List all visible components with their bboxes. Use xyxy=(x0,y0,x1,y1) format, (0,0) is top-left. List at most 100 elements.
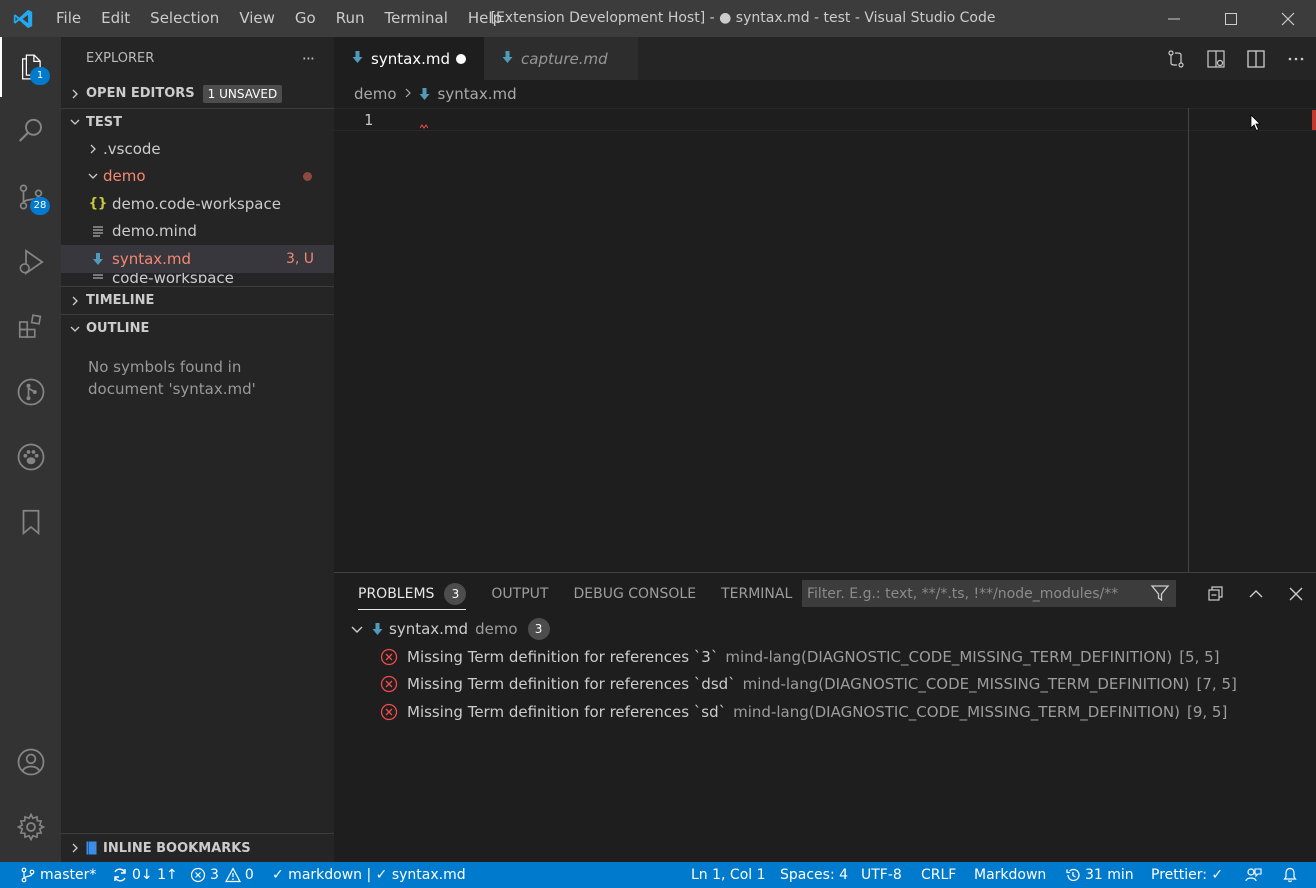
problem-item[interactable]: Missing Term definition for references `… xyxy=(380,672,1237,696)
tree-item-syntax-md[interactable]: syntax.md 3, U xyxy=(61,245,334,273)
text-file-icon xyxy=(88,273,108,283)
outline-message-line: document 'syntax.md' xyxy=(88,380,256,398)
menu-run[interactable]: Run xyxy=(326,0,375,37)
menu-help[interactable]: Help xyxy=(458,0,512,37)
activity-run-debug[interactable] xyxy=(0,232,61,292)
timeline-section[interactable]: TIMELINE xyxy=(61,286,334,314)
editor-area[interactable]: 1 xyxy=(334,108,1316,572)
split-editor-button[interactable] xyxy=(1236,37,1276,80)
activity-extensions[interactable] xyxy=(0,297,61,357)
menu-go[interactable]: Go xyxy=(285,0,326,37)
activity-paw[interactable] xyxy=(0,427,61,487)
indentation-status[interactable]: Spaces: 4 xyxy=(780,862,848,888)
open-editors-section[interactable]: OPEN EDITORS 1 UNSAVED xyxy=(61,79,334,108)
outline-message-line: No symbols found in xyxy=(88,358,242,376)
menu-edit[interactable]: Edit xyxy=(91,0,140,37)
lint-status[interactable]: ✓ markdown | ✓ syntax.md xyxy=(272,862,466,888)
breadcrumb-file[interactable]: syntax.md xyxy=(438,85,517,103)
notifications-button[interactable] xyxy=(1282,862,1302,888)
collapse-all-button[interactable] xyxy=(1196,573,1236,615)
tree-item-vscode[interactable]: .vscode xyxy=(61,135,334,163)
tree-item-demo-code-workspace[interactable]: {} demo.code-workspace xyxy=(61,190,334,218)
unsaved-dot-icon[interactable] xyxy=(456,53,466,64)
compare-changes-button[interactable] xyxy=(1156,37,1196,80)
activity-bookmarks[interactable] xyxy=(0,492,61,552)
activity-git-graph[interactable] xyxy=(0,362,61,422)
problems-status[interactable]: 3 0 xyxy=(190,862,254,888)
time-tracker[interactable]: 31 min xyxy=(1065,862,1134,888)
problem-item[interactable]: Missing Term definition for references `… xyxy=(380,645,1220,669)
error-count: 3 xyxy=(210,867,219,883)
overview-ruler-error-mark xyxy=(1312,110,1316,130)
tree-item-demo-mind[interactable]: demo.mind xyxy=(61,218,334,246)
branch-status[interactable]: master* xyxy=(20,862,96,888)
tab-problems[interactable]: PROBLEMS 3 xyxy=(358,573,467,615)
warning-count: 0 xyxy=(244,867,254,883)
activity-manage[interactable] xyxy=(0,797,61,857)
sync-status[interactable]: 0↓ 1↑ xyxy=(112,862,178,888)
explorer-badge: 1 xyxy=(30,67,50,85)
tab-label: OUTPUT xyxy=(491,586,549,602)
inline-bookmarks-section[interactable]: INLINE BOOKMARKS xyxy=(61,833,334,862)
chevron-right-icon xyxy=(403,85,413,103)
tab-output[interactable]: OUTPUT xyxy=(491,573,548,615)
maximize-button[interactable] xyxy=(1202,0,1259,37)
breadcrumb-folder[interactable]: demo xyxy=(354,85,397,103)
minimize-button[interactable] xyxy=(1145,0,1202,37)
error-squiggle-icon xyxy=(420,124,428,129)
chevron-right-icon xyxy=(69,88,86,100)
title-bar: File Edit Selection View Go Run Terminal… xyxy=(0,0,1316,37)
tab-capture-md[interactable]: capture.md xyxy=(484,37,638,80)
filter-icon[interactable] xyxy=(1150,583,1170,607)
window-controls xyxy=(1145,0,1316,37)
more-actions-button[interactable]: ··· xyxy=(302,49,315,68)
activity-source-control[interactable]: 28 xyxy=(0,167,61,227)
language-mode[interactable]: Markdown xyxy=(974,862,1046,888)
tree-item-demo[interactable]: demo xyxy=(61,163,334,191)
current-line xyxy=(334,108,1316,131)
eol-status[interactable]: CRLF xyxy=(921,862,956,888)
editor-more-button[interactable] xyxy=(1276,37,1316,80)
problem-location: [5, 5] xyxy=(1179,648,1220,666)
markdown-icon xyxy=(502,50,513,68)
tab-label: DEBUG CONSOLE xyxy=(573,586,697,602)
file-tree: .vscode demo {} demo.code-workspace demo… xyxy=(61,135,334,285)
activity-search[interactable] xyxy=(0,101,61,161)
cursor-position[interactable]: Ln 1, Col 1 xyxy=(691,862,766,888)
bookmark-icon xyxy=(22,509,39,536)
open-preview-button[interactable] xyxy=(1196,37,1236,80)
activity-accounts[interactable] xyxy=(0,732,61,792)
sync-icon xyxy=(114,868,126,882)
history-icon xyxy=(1066,868,1080,882)
problem-item[interactable]: Missing Term definition for references `… xyxy=(380,700,1227,724)
close-window-button[interactable] xyxy=(1259,0,1316,37)
breadcrumb: demo syntax.md xyxy=(334,80,1316,108)
problem-source: mind-lang(DIAGNOSTIC_CODE_MISSING_TERM_D… xyxy=(733,703,1180,721)
tab-debug-console[interactable]: DEBUG CONSOLE xyxy=(573,573,696,615)
menu-file[interactable]: File xyxy=(46,0,91,37)
error-icon xyxy=(380,675,398,693)
workspace-section[interactable]: TEST xyxy=(61,108,334,135)
problems-file-row[interactable]: syntax.md demo 3 xyxy=(350,617,550,641)
menu-view[interactable]: View xyxy=(229,0,285,37)
split-editor-icon xyxy=(1247,49,1265,68)
menu-terminal[interactable]: Terminal xyxy=(375,0,458,37)
maximize-panel-button[interactable] xyxy=(1236,573,1276,615)
vscode-logo-icon xyxy=(0,0,46,37)
feedback-button[interactable] xyxy=(1244,862,1266,888)
activity-explorer[interactable]: 1 xyxy=(0,37,61,97)
close-panel-button[interactable] xyxy=(1276,573,1316,615)
account-icon xyxy=(17,748,44,776)
collapse-all-icon xyxy=(1208,586,1223,601)
tab-terminal[interactable]: TERMINAL xyxy=(721,573,792,615)
tab-syntax-md[interactable]: syntax.md xyxy=(334,37,484,80)
problem-source: mind-lang(DIAGNOSTIC_CODE_MISSING_TERM_D… xyxy=(725,648,1173,666)
menu-selection[interactable]: Selection xyxy=(140,0,229,37)
tab-label: PROBLEMS xyxy=(358,586,435,602)
outline-section[interactable]: OUTLINE xyxy=(61,314,334,342)
encoding-status[interactable]: UTF-8 xyxy=(861,862,902,888)
problem-source: mind-lang(DIAGNOSTIC_CODE_MISSING_TERM_D… xyxy=(742,675,1190,693)
problems-filter-input[interactable]: Filter. E.g.: text, **/*.ts, !**/node_mo… xyxy=(802,580,1176,607)
prettier-status[interactable]: Prettier: ✓ xyxy=(1151,862,1223,888)
markdown-icon xyxy=(88,252,108,266)
